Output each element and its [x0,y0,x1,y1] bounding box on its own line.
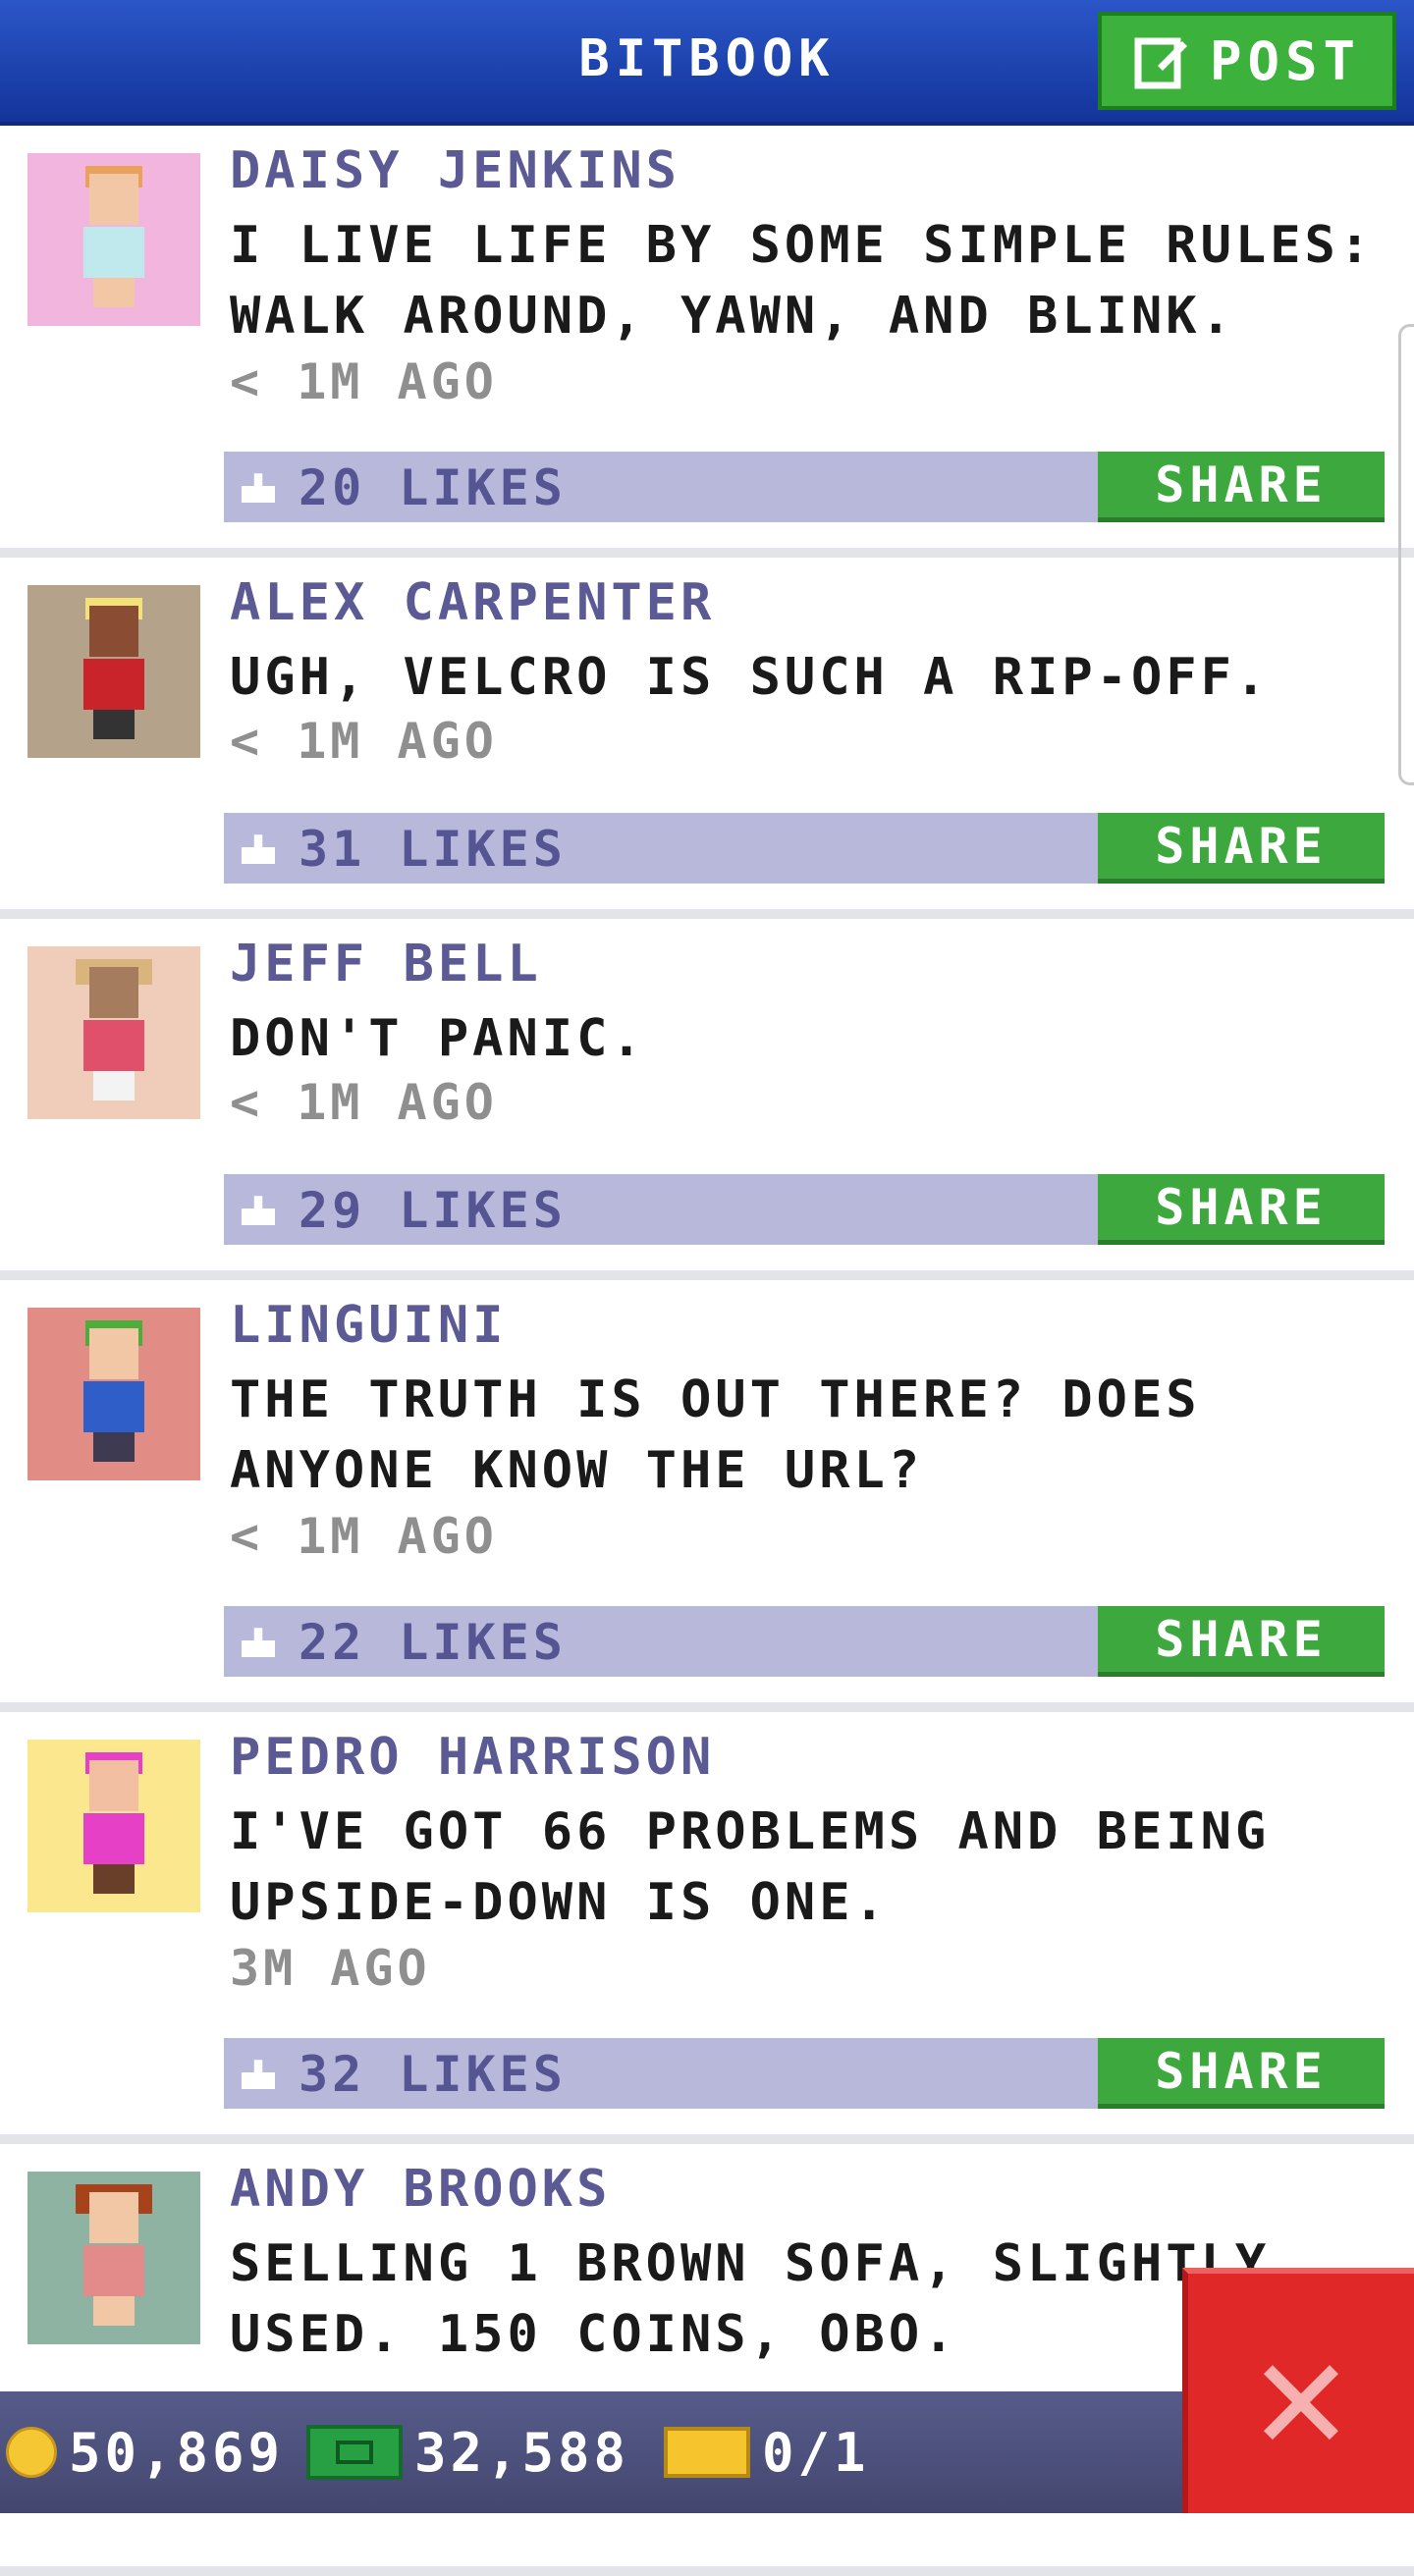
post-message: I'VE GOT 66 PROBLEMS AND BEING UPSIDE-DO… [230,1802,1271,1932]
share-button[interactable]: SHARE [1098,1606,1385,1677]
close-button[interactable]: ✕ [1182,2268,1414,2513]
likes-count: 22 LIKES [299,1614,567,1671]
avatar[interactable] [27,2172,200,2344]
post-time: < 1M AGO [230,1074,498,1131]
tickets-count: 0/1 [762,2421,870,2484]
bux-stat[interactable]: 32,588 [306,2415,629,2490]
likes-bar: 29 LIKES SHARE [224,1174,1385,1245]
thumbs-up-icon[interactable] [242,831,275,864]
coins-count: 50,869 [69,2421,285,2484]
likes-count: 29 LIKES [299,1182,567,1239]
post-message: THE TRUTH IS OUT THERE? DOES ANYONE KNOW… [230,1370,1201,1500]
coin-icon [6,2427,57,2478]
coins-stat[interactable]: 50,869 [6,2415,284,2490]
post-time: < 1M AGO [230,1508,498,1565]
post-button[interactable]: POST [1098,12,1396,110]
post-time: 3M AGO [230,1940,431,1997]
feed-post: PEDRO HARRISON I'VE GOT 66 PROBLEMS AND … [0,1712,1414,2144]
tickets-stat[interactable]: 0/1 [664,2415,870,2490]
likes-bar: 31 LIKES SHARE [224,813,1385,884]
bux-count: 32,588 [414,2421,630,2484]
thumbs-up-icon[interactable] [242,2056,275,2089]
post-author[interactable]: ALEX CARPENTER [230,573,715,632]
post-author[interactable]: JEFF BELL [230,935,542,993]
likes-count: 20 LIKES [299,459,567,516]
post-author[interactable]: ANDY BROOKS [230,2160,611,2219]
likes-count: 31 LIKES [299,821,567,878]
thumbs-up-icon[interactable] [242,1192,275,1225]
edit-icon [1134,37,1187,89]
post-time: < 1M AGO [230,353,498,410]
share-button[interactable]: SHARE [1098,1174,1385,1245]
post-message: UGH, VELCRO IS SUCH A RIP-OFF. [230,648,1271,707]
share-button[interactable]: SHARE [1098,813,1385,884]
feed-post: ALEX CARPENTER UGH, VELCRO IS SUCH A RIP… [0,558,1414,919]
scrollbar[interactable] [1398,324,1414,785]
cash-icon [306,2425,403,2480]
likes-bar: 20 LIKES SHARE [224,452,1385,522]
avatar[interactable] [27,946,200,1119]
post-author[interactable]: LINGUINI [230,1296,507,1355]
likes-count: 32 LIKES [299,2046,567,2103]
feed-post: LINGUINI THE TRUTH IS OUT THERE? DOES AN… [0,1280,1414,1712]
likes-bar: 22 LIKES SHARE [224,1606,1385,1677]
close-icon: ✕ [1253,2301,1349,2486]
likes-bar: 32 LIKES SHARE [224,2038,1385,2109]
feed-post: DAISY JENKINS I LIVE LIFE BY SOME SIMPLE… [0,126,1414,558]
thumbs-up-icon[interactable] [242,469,275,503]
avatar[interactable] [27,585,200,758]
top-bar: BITBOOK POST [0,0,1414,126]
post-time: < 1M AGO [230,713,498,770]
avatar[interactable] [27,153,200,326]
post-message: I LIVE LIFE BY SOME SIMPLE RULES: WALK A… [230,216,1375,346]
feed-post: JEFF BELL DON'T PANIC. < 1M AGO 29 LIKES… [0,919,1414,1280]
post-author[interactable]: PEDRO HARRISON [230,1728,715,1787]
post-message: DON'T PANIC. [230,1009,646,1068]
avatar[interactable] [27,1740,200,1912]
feed[interactable]: DAISY JENKINS I LIVE LIFE BY SOME SIMPLE… [0,126,1414,2576]
share-button[interactable]: SHARE [1098,452,1385,522]
avatar[interactable] [27,1308,200,1480]
share-button[interactable]: SHARE [1098,2038,1385,2109]
thumbs-up-icon[interactable] [242,1624,275,1657]
ticket-icon [664,2427,750,2478]
post-label: POST [1209,29,1362,92]
post-author[interactable]: DAISY JENKINS [230,141,680,200]
